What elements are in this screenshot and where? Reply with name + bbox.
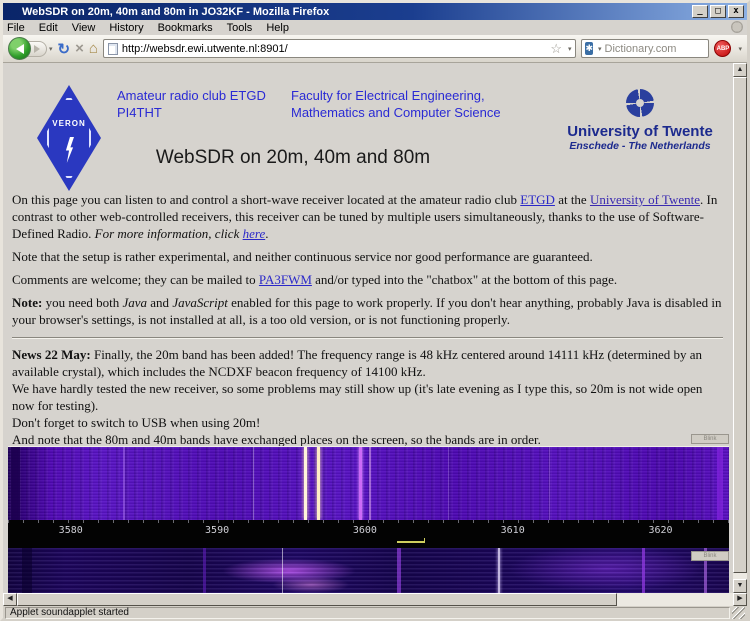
status-bar: Applet soundapplet started: [3, 606, 747, 620]
back-button[interactable]: [8, 37, 31, 60]
blink-button-1[interactable]: Blink: [691, 434, 729, 444]
reload-button[interactable]: ↻: [58, 40, 71, 58]
history-dropdown-icon[interactable]: ▾: [49, 45, 53, 53]
menu-bar: File Edit View History Bookmarks Tools H…: [3, 20, 747, 35]
navigation-toolbar: ▾ ↻ × ⌂ ☆ ▾ ✱ ▾ ABP ▾: [3, 35, 747, 63]
ut-name: University of Twente: [565, 123, 715, 140]
faculty-text: Faculty for Electrical Engineering, Math…: [291, 87, 501, 121]
maximize-button[interactable]: □: [710, 5, 726, 18]
menu-edit[interactable]: Edit: [39, 22, 58, 34]
resize-grip[interactable]: [732, 607, 745, 619]
page-header: VERON Amateur radio club ETGD PI4THT Fac…: [3, 63, 733, 185]
menu-tools[interactable]: Tools: [227, 22, 253, 34]
pa3fwm-link[interactable]: PA3FWM: [259, 272, 312, 287]
freq-label: 3620: [648, 525, 672, 536]
vertical-scrollbar[interactable]: ▲ ▼: [733, 63, 747, 593]
freq-label: 3580: [59, 525, 83, 536]
webpage: VERON Amateur radio club ETGD PI4THT Fac…: [3, 63, 733, 593]
scroll-down-button[interactable]: ▼: [733, 579, 747, 593]
menu-help[interactable]: Help: [266, 22, 289, 34]
window-title: WebSDR on 20m, 40m and 80m in JO32KF - M…: [22, 6, 692, 18]
forward-arrow-icon: [34, 45, 40, 53]
ut-link[interactable]: University of Twente: [590, 192, 700, 207]
waterfall-80m[interactable]: [8, 446, 729, 520]
note-paragraph: Note: you need both Java and JavaScript …: [12, 294, 723, 328]
scroll-left-button[interactable]: ◀: [3, 593, 17, 606]
freq-label: 3610: [501, 525, 525, 536]
waterfall-section: Blink 3580 3590 3600: [8, 433, 729, 593]
stop-button[interactable]: ×: [75, 40, 84, 57]
etgd-link[interactable]: ETGD: [520, 192, 555, 207]
frequency-scale[interactable]: 3580 3590 3600 3610 3620: [8, 520, 729, 548]
scale-ticks: [8, 520, 729, 523]
throbber-icon: [731, 21, 743, 33]
minimize-button[interactable]: _: [692, 5, 708, 18]
search-engine-icon[interactable]: ✱: [585, 42, 593, 55]
adblock-dropdown-icon[interactable]: ▾: [738, 45, 742, 53]
menu-bookmarks[interactable]: Bookmarks: [158, 22, 213, 34]
intro-paragraph: On this page you can listen to and contr…: [12, 191, 723, 242]
scroll-right-button[interactable]: ▶: [733, 593, 747, 606]
here-link[interactable]: here: [243, 226, 266, 241]
title-bar[interactable]: WebSDR on 20m, 40m and 80m in JO32KF - M…: [3, 3, 747, 20]
url-dropdown-icon[interactable]: ▾: [568, 45, 572, 53]
ut-subtitle: Enschede - The Netherlands: [565, 140, 715, 152]
browser-window: WebSDR on 20m, 40m and 80m in JO32KF - M…: [0, 0, 750, 621]
menu-file[interactable]: File: [7, 22, 25, 34]
experimental-paragraph: Note that the setup is rather experiment…: [12, 248, 723, 265]
comments-paragraph: Comments are welcome; they can be mailed…: [12, 271, 723, 288]
divider: [12, 337, 723, 339]
menu-history[interactable]: History: [109, 22, 143, 34]
page-title: WebSDR on 20m, 40m and 80m: [3, 147, 583, 169]
search-bar[interactable]: ✱ ▾: [581, 39, 709, 58]
faculty-line1: Faculty for Electrical Engineering,: [291, 87, 501, 104]
status-text: Applet soundapplet started: [5, 607, 730, 619]
club-line2: PI4THT: [117, 104, 266, 121]
ut-logo-block: University of Twente Enschede - The Neth…: [565, 89, 715, 152]
menu-view[interactable]: View: [72, 22, 96, 34]
content-viewport: VERON Amateur radio club ETGD PI4THT Fac…: [3, 63, 747, 593]
signal-streak: [282, 548, 283, 593]
club-text: Amateur radio club ETGD PI4THT: [117, 87, 266, 121]
url-bar[interactable]: ☆ ▾: [103, 39, 577, 58]
firefox-icon: [6, 6, 18, 18]
bookmark-star-icon[interactable]: ☆: [550, 41, 562, 57]
search-engine-dropdown-icon[interactable]: ▾: [598, 45, 602, 53]
tuning-marker[interactable]: [397, 538, 425, 543]
ut-logo-icon: [626, 89, 654, 117]
faculty-line2: Mathematics and Computer Science: [291, 104, 501, 121]
url-input[interactable]: [122, 43, 546, 55]
horizontal-scroll-thumb[interactable]: [17, 593, 617, 606]
scroll-up-button[interactable]: ▲: [733, 63, 747, 77]
vertical-scroll-thumb[interactable]: [733, 77, 747, 573]
close-button[interactable]: x: [728, 5, 744, 18]
home-button[interactable]: ⌂: [89, 40, 98, 57]
waterfall-40m[interactable]: [8, 548, 729, 593]
horizontal-scrollbar[interactable]: ◀ ▶: [3, 593, 747, 606]
back-arrow-icon: [16, 44, 24, 54]
signal-streak: [304, 447, 307, 520]
veron-logo: VERON: [37, 85, 101, 191]
page-icon: [108, 43, 118, 55]
freq-label: 3590: [205, 525, 229, 536]
veron-logo-label: VERON: [37, 119, 101, 128]
blink-button-2[interactable]: Blink: [691, 551, 729, 561]
club-line1: Amateur radio club ETGD: [117, 87, 266, 104]
freq-label: 3600: [353, 525, 377, 536]
